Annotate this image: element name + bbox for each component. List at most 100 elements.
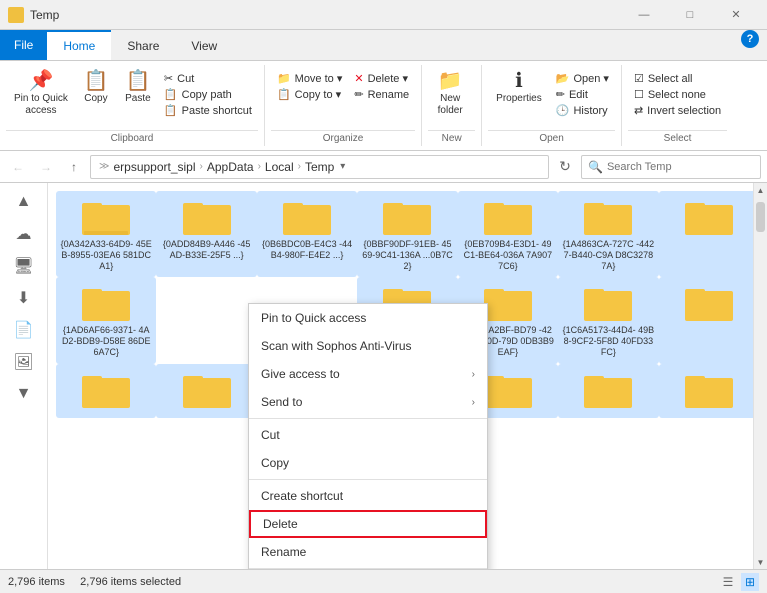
address-temp: Temp bbox=[305, 160, 334, 174]
view-details-button[interactable]: ☰ bbox=[719, 573, 737, 591]
pin-button[interactable]: 📌 Pin to Quickaccess bbox=[8, 69, 74, 119]
delete-ribbon-button[interactable]: ✕ Delete ▾ bbox=[350, 71, 413, 86]
minimize-button[interactable]: — bbox=[621, 0, 667, 30]
tab-share[interactable]: Share bbox=[111, 30, 175, 60]
forward-button[interactable]: → bbox=[34, 155, 58, 179]
ctx-send-to-label: Send to bbox=[261, 395, 302, 409]
folder-item[interactable]: {0A342A33-64D9- 45EB-8955-03EA6 581DCA1} bbox=[56, 191, 156, 277]
cut-button[interactable]: ✂ Cut bbox=[160, 71, 256, 86]
folder-label: {0BBF90DF-91EB- 4569-9C41-136A ...0B7C2} bbox=[361, 239, 453, 271]
paste-shortcut-button[interactable]: 📋 Paste shortcut bbox=[160, 103, 256, 118]
folder-item[interactable]: {0ADD84B9-A446 -45AD-B33E-25F5 ...} bbox=[156, 191, 256, 277]
ctx-pin[interactable]: Pin to Quick access bbox=[249, 304, 487, 332]
ctx-give-access[interactable]: Give access to › bbox=[249, 360, 487, 388]
ctx-scan-label: Scan with Sophos Anti-Virus bbox=[261, 339, 412, 353]
ctx-copy[interactable]: Copy bbox=[249, 449, 487, 477]
folder-item[interactable] bbox=[659, 191, 759, 277]
address-erpsupport[interactable]: erpsupport_sipl bbox=[113, 160, 195, 174]
help-button[interactable]: ? bbox=[741, 30, 759, 48]
address-sep1: › bbox=[200, 161, 203, 172]
close-button[interactable]: ✕ bbox=[713, 0, 759, 30]
select-label: Select bbox=[628, 130, 727, 146]
open-items: ℹ Properties 📂 Open ▾ ✏ Edit 🕒 History bbox=[488, 65, 615, 130]
organize-items: 📁 Move to ▾ 📋 Copy to ▾ ✕ Delete ▾ ✏ bbox=[271, 65, 415, 130]
up-button[interactable]: ↑ bbox=[62, 155, 86, 179]
select-all-button[interactable]: ☑ Select all bbox=[630, 71, 725, 86]
sidebar: ▲ ☁ 🖥 ⬇ 📄 🖼 ▼ bbox=[0, 183, 48, 569]
refresh-button[interactable]: ↻ bbox=[553, 155, 577, 179]
scroll-track bbox=[754, 197, 767, 555]
open-button[interactable]: 📂 Open ▾ bbox=[552, 71, 613, 86]
ctx-delete[interactable]: Delete bbox=[249, 510, 487, 538]
ctx-give-access-label: Give access to bbox=[261, 367, 340, 381]
folder-item[interactable]: {0EB709B4-E3D1- 49C1-BE64-036A 7A9077C6} bbox=[458, 191, 558, 277]
sidebar-docs[interactable]: 📄 bbox=[4, 315, 44, 345]
folder-item[interactable] bbox=[156, 364, 256, 418]
maximize-button[interactable]: □ bbox=[667, 0, 713, 30]
ctx-create-shortcut[interactable]: Create shortcut bbox=[249, 482, 487, 510]
folder-label: {0A342A33-64D9- 45EB-8955-03EA6 581DCA1} bbox=[60, 239, 152, 271]
folder-svg bbox=[82, 283, 130, 323]
copy-button[interactable]: 📋 Copy bbox=[76, 69, 116, 107]
tab-home[interactable]: Home bbox=[47, 30, 111, 60]
folder-item[interactable] bbox=[56, 364, 156, 418]
selected-count: 2,796 items selected bbox=[80, 576, 181, 588]
folder-item[interactable]: {0BBF90DF-91EB- 4569-9C41-136A ...0B7C2} bbox=[357, 191, 457, 277]
folder-item[interactable]: {1A4863CA-727C -4427-B440-C9A D8C32787A} bbox=[558, 191, 658, 277]
back-button[interactable]: ← bbox=[6, 155, 30, 179]
sidebar-scroll-up[interactable]: ▲ bbox=[4, 187, 44, 217]
ctx-send-to[interactable]: Send to › bbox=[249, 388, 487, 416]
folder-item[interactable] bbox=[558, 364, 658, 418]
title-bar-left: Temp bbox=[8, 7, 59, 23]
selectall-label: Select all bbox=[648, 73, 693, 85]
search-bar: 🔍 bbox=[581, 155, 761, 179]
sidebar-scroll-down[interactable]: ▼ bbox=[4, 379, 44, 409]
ctx-scan[interactable]: Scan with Sophos Anti-Virus bbox=[249, 332, 487, 360]
paste-icon: 📋 bbox=[125, 71, 150, 91]
edit-button[interactable]: ✏ Edit bbox=[552, 87, 613, 102]
properties-button[interactable]: ℹ Properties bbox=[490, 69, 548, 107]
new-folder-button[interactable]: 📁 Newfolder bbox=[430, 69, 470, 119]
view-icons-button[interactable]: ⊞ bbox=[741, 573, 759, 591]
address-dropdown[interactable]: ▾ bbox=[340, 161, 345, 172]
folder-label: {1AD6AF66-9371- 4AD2-BDB9-D58E 86DE6A7C} bbox=[60, 325, 152, 357]
scrollbar-vertical[interactable]: ▲ ▼ bbox=[753, 183, 767, 569]
scroll-up-button[interactable]: ▲ bbox=[754, 183, 767, 197]
organize-stack: 📁 Move to ▾ 📋 Copy to ▾ bbox=[273, 69, 346, 104]
ctx-sep2 bbox=[249, 479, 487, 480]
copy-path-button[interactable]: 📋 Copy path bbox=[160, 87, 256, 102]
sidebar-desktop[interactable]: 🖥 bbox=[4, 251, 44, 281]
select-none-button[interactable]: ☐ Select none bbox=[630, 87, 725, 102]
folder-item[interactable] bbox=[659, 364, 759, 418]
scroll-down-button[interactable]: ▼ bbox=[754, 555, 767, 569]
file-area: {0A342A33-64D9- 45EB-8955-03EA6 581DCA1}… bbox=[48, 183, 767, 569]
selectall-icon: ☑ bbox=[634, 72, 644, 85]
paste-button[interactable]: 📋 Paste bbox=[118, 69, 158, 107]
address-bar[interactable]: ≫ erpsupport_sipl › AppData › Local › Te… bbox=[90, 155, 549, 179]
copy-to-button[interactable]: 📋 Copy to ▾ bbox=[273, 87, 346, 102]
tab-view[interactable]: View bbox=[175, 30, 233, 60]
clipboard-small-stack: ✂ Cut 📋 Copy path 📋 Paste shortcut bbox=[160, 69, 256, 120]
folder-item[interactable]: {0B6BDC0B-E4C3 -44B4-980F-E4E2 ...} bbox=[257, 191, 357, 277]
invert-selection-button[interactable]: ⇄ Invert selection bbox=[630, 103, 725, 118]
address-sep3: › bbox=[298, 161, 301, 172]
address-local[interactable]: Local bbox=[265, 160, 294, 174]
folder-item[interactable]: {1AD6AF66-9371- 4AD2-BDB9-D58E 86DE6A7C} bbox=[56, 277, 156, 363]
folder-item[interactable]: {1C6A5173-44D4- 49B8-9CF2-5F8D 40FD33FC} bbox=[558, 277, 658, 363]
folder-svg bbox=[484, 283, 532, 323]
folder-item[interactable] bbox=[659, 277, 759, 363]
open-label: Open ▾ bbox=[573, 72, 609, 85]
pasteshortcut-icon: 📋 bbox=[164, 104, 178, 117]
rename-button[interactable]: ✏ Rename bbox=[350, 87, 413, 102]
history-button[interactable]: 🕒 History bbox=[552, 103, 613, 118]
ctx-cut[interactable]: Cut bbox=[249, 421, 487, 449]
ctx-rename[interactable]: Rename bbox=[249, 538, 487, 566]
scroll-thumb[interactable] bbox=[756, 202, 765, 232]
tab-file[interactable]: File bbox=[0, 30, 47, 60]
address-appdata[interactable]: AppData bbox=[207, 160, 254, 174]
sidebar-cloud[interactable]: ☁ bbox=[4, 219, 44, 249]
sidebar-pics[interactable]: 🖼 bbox=[4, 347, 44, 377]
move-to-button[interactable]: 📁 Move to ▾ bbox=[273, 71, 346, 86]
sidebar-downloads[interactable]: ⬇ bbox=[4, 283, 44, 313]
search-input[interactable] bbox=[607, 161, 754, 173]
